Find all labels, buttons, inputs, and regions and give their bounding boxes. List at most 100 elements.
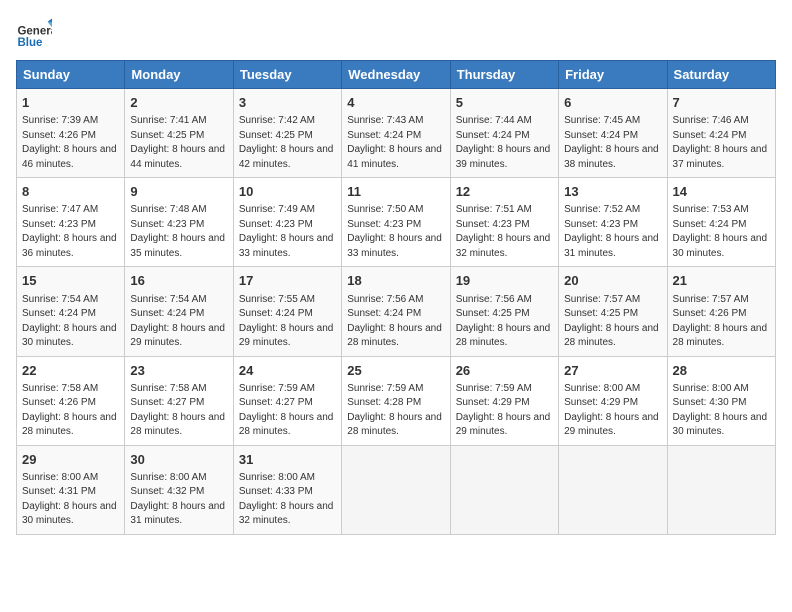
day-number: 21 — [673, 272, 770, 290]
week-row-3: 15 Sunrise: 7:54 AMSunset: 4:24 PMDayligh… — [17, 267, 776, 356]
day-info: Sunrise: 7:56 AMSunset: 4:24 PMDaylight:… — [347, 293, 444, 351]
day-info: Sunrise: 8:00 AMSunset: 4:33 PMDaylight:… — [239, 471, 336, 529]
calendar-cell — [559, 445, 667, 534]
day-number: 25 — [347, 362, 444, 380]
calendar-cell: 11 Sunrise: 7:50 AMSunset: 4:23 PMDayligh… — [342, 178, 450, 267]
day-info: Sunrise: 7:49 AMSunset: 4:23 PMDaylight:… — [239, 203, 336, 261]
day-info: Sunrise: 7:59 AMSunset: 4:27 PMDaylight:… — [239, 382, 336, 440]
day-info: Sunrise: 7:55 AMSunset: 4:24 PMDaylight:… — [239, 293, 336, 351]
day-info: Sunrise: 7:42 AMSunset: 4:25 PMDaylight:… — [239, 114, 336, 172]
svg-text:General: General — [17, 26, 52, 38]
day-number: 9 — [130, 183, 227, 201]
day-number: 3 — [239, 94, 336, 112]
calendar-cell: 13 Sunrise: 7:52 AMSunset: 4:23 PMDayligh… — [559, 178, 667, 267]
week-row-4: 22 Sunrise: 7:58 AMSunset: 4:26 PMDayligh… — [17, 356, 776, 445]
calendar-cell: 20 Sunrise: 7:57 AMSunset: 4:25 PMDayligh… — [559, 267, 667, 356]
calendar-cell: 26Sunrise: 7:59 AMSunset: 4:29 PMDayligh… — [450, 356, 558, 445]
day-number: 20 — [564, 272, 661, 290]
calendar-cell: 31 Sunrise: 8:00 AMSunset: 4:33 PMDayligh… — [233, 445, 341, 534]
calendar-cell: 8Sunrise: 7:47 AMSunset: 4:23 PMDaylight… — [17, 178, 125, 267]
calendar-cell — [450, 445, 558, 534]
calendar-cell: 22 Sunrise: 7:58 AMSunset: 4:26 PMDayligh… — [17, 356, 125, 445]
day-info: Sunrise: 7:47 AMSunset: 4:23 PMDaylight:… — [22, 203, 119, 261]
day-info: Sunrise: 8:00 AMSunset: 4:29 PMDaylight:… — [564, 382, 661, 440]
week-row-2: 8Sunrise: 7:47 AMSunset: 4:23 PMDaylight… — [17, 178, 776, 267]
day-info: Sunrise: 7:41 AMSunset: 4:25 PMDaylight:… — [130, 114, 227, 172]
calendar-table: SundayMondayTuesdayWednesdayThursdayFrid… — [16, 60, 776, 535]
week-row-1: 1 Sunrise: 7:39 AMSunset: 4:26 PMDaylight… — [17, 89, 776, 178]
calendar-cell: 27 Sunrise: 8:00 AMSunset: 4:29 PMDayligh… — [559, 356, 667, 445]
calendar-cell: 24 Sunrise: 7:59 AMSunset: 4:27 PMDayligh… — [233, 356, 341, 445]
day-info: Sunrise: 7:56 AMSunset: 4:25 PMDaylight:… — [456, 293, 553, 351]
header-sunday: Sunday — [17, 61, 125, 89]
day-number: 5 — [456, 94, 553, 112]
day-info: Sunrise: 7:50 AMSunset: 4:23 PMDaylight:… — [347, 203, 444, 261]
calendar-cell: 23 Sunrise: 7:58 AMSunset: 4:27 PMDayligh… — [125, 356, 233, 445]
calendar-cell: 28Sunrise: 8:00 AMSunset: 4:30 PMDayligh… — [667, 356, 775, 445]
day-number: 11 — [347, 183, 444, 201]
day-info: Sunrise: 7:52 AMSunset: 4:23 PMDaylight:… — [564, 203, 661, 261]
calendar-cell: 9 Sunrise: 7:48 AMSunset: 4:23 PMDaylight… — [125, 178, 233, 267]
day-info: Sunrise: 8:00 AMSunset: 4:32 PMDaylight:… — [130, 471, 227, 529]
day-number: 4 — [347, 94, 444, 112]
day-number: 7 — [673, 94, 770, 112]
day-number: 29 — [22, 451, 119, 469]
calendar-cell: 16 Sunrise: 7:54 AMSunset: 4:24 PMDayligh… — [125, 267, 233, 356]
day-number: 1 — [22, 94, 119, 112]
day-number: 10 — [239, 183, 336, 201]
day-number: 24 — [239, 362, 336, 380]
day-info: Sunrise: 7:45 AMSunset: 4:24 PMDaylight:… — [564, 114, 661, 172]
day-number: 22 — [22, 362, 119, 380]
day-number: 23 — [130, 362, 227, 380]
header-thursday: Thursday — [450, 61, 558, 89]
day-info: Sunrise: 7:39 AMSunset: 4:26 PMDaylight:… — [22, 114, 119, 172]
calendar-cell: 12Sunrise: 7:51 AMSunset: 4:23 PMDayligh… — [450, 178, 558, 267]
day-info: Sunrise: 8:00 AMSunset: 4:30 PMDaylight:… — [673, 382, 770, 440]
day-number: 18 — [347, 272, 444, 290]
logo-icon: General Blue — [16, 16, 52, 52]
day-number: 16 — [130, 272, 227, 290]
calendar-cell: 29Sunrise: 8:00 AMSunset: 4:31 PMDayligh… — [17, 445, 125, 534]
calendar-cell: 6 Sunrise: 7:45 AMSunset: 4:24 PMDaylight… — [559, 89, 667, 178]
calendar-cell: 21 Sunrise: 7:57 AMSunset: 4:26 PMDayligh… — [667, 267, 775, 356]
day-number: 14 — [673, 183, 770, 201]
calendar-cell: 5 Sunrise: 7:44 AMSunset: 4:24 PMDaylight… — [450, 89, 558, 178]
calendar-cell: 17 Sunrise: 7:55 AMSunset: 4:24 PMDayligh… — [233, 267, 341, 356]
header-tuesday: Tuesday — [233, 61, 341, 89]
page-header: General Blue — [16, 16, 776, 52]
calendar-cell — [342, 445, 450, 534]
calendar-cell: 18 Sunrise: 7:56 AMSunset: 4:24 PMDayligh… — [342, 267, 450, 356]
day-info: Sunrise: 7:54 AMSunset: 4:24 PMDaylight:… — [130, 293, 227, 351]
day-info: Sunrise: 7:54 AMSunset: 4:24 PMDaylight:… — [22, 293, 119, 351]
day-info: Sunrise: 7:58 AMSunset: 4:27 PMDaylight:… — [130, 382, 227, 440]
day-number: 31 — [239, 451, 336, 469]
header-monday: Monday — [125, 61, 233, 89]
calendar-cell: 10 Sunrise: 7:49 AMSunset: 4:23 PMDayligh… — [233, 178, 341, 267]
day-info: Sunrise: 7:58 AMSunset: 4:26 PMDaylight:… — [22, 382, 119, 440]
header-saturday: Saturday — [667, 61, 775, 89]
day-info: Sunrise: 7:57 AMSunset: 4:26 PMDaylight:… — [673, 293, 770, 351]
calendar-cell — [667, 445, 775, 534]
day-info: Sunrise: 7:46 AMSunset: 4:24 PMDaylight:… — [673, 114, 770, 172]
day-info: Sunrise: 7:53 AMSunset: 4:24 PMDaylight:… — [673, 203, 770, 261]
svg-text:Blue: Blue — [17, 37, 43, 49]
day-number: 13 — [564, 183, 661, 201]
calendar-cell: 4 Sunrise: 7:43 AMSunset: 4:24 PMDaylight… — [342, 89, 450, 178]
calendar-cell: 19Sunrise: 7:56 AMSunset: 4:25 PMDayligh… — [450, 267, 558, 356]
calendar-cell: 14 Sunrise: 7:53 AMSunset: 4:24 PMDayligh… — [667, 178, 775, 267]
day-number: 6 — [564, 94, 661, 112]
header-friday: Friday — [559, 61, 667, 89]
day-number: 2 — [130, 94, 227, 112]
day-number: 17 — [239, 272, 336, 290]
week-row-5: 29Sunrise: 8:00 AMSunset: 4:31 PMDayligh… — [17, 445, 776, 534]
calendar-cell: 2 Sunrise: 7:41 AMSunset: 4:25 PMDaylight… — [125, 89, 233, 178]
day-info: Sunrise: 7:44 AMSunset: 4:24 PMDaylight:… — [456, 114, 553, 172]
day-number: 15 — [22, 272, 119, 290]
day-info: Sunrise: 7:43 AMSunset: 4:24 PMDaylight:… — [347, 114, 444, 172]
day-info: Sunrise: 7:48 AMSunset: 4:23 PMDaylight:… — [130, 203, 227, 261]
day-info: Sunrise: 7:57 AMSunset: 4:25 PMDaylight:… — [564, 293, 661, 351]
day-info: Sunrise: 7:59 AMSunset: 4:29 PMDaylight:… — [456, 382, 553, 440]
calendar-cell: 25Sunrise: 7:59 AMSunset: 4:28 PMDayligh… — [342, 356, 450, 445]
header-wednesday: Wednesday — [342, 61, 450, 89]
day-number: 27 — [564, 362, 661, 380]
